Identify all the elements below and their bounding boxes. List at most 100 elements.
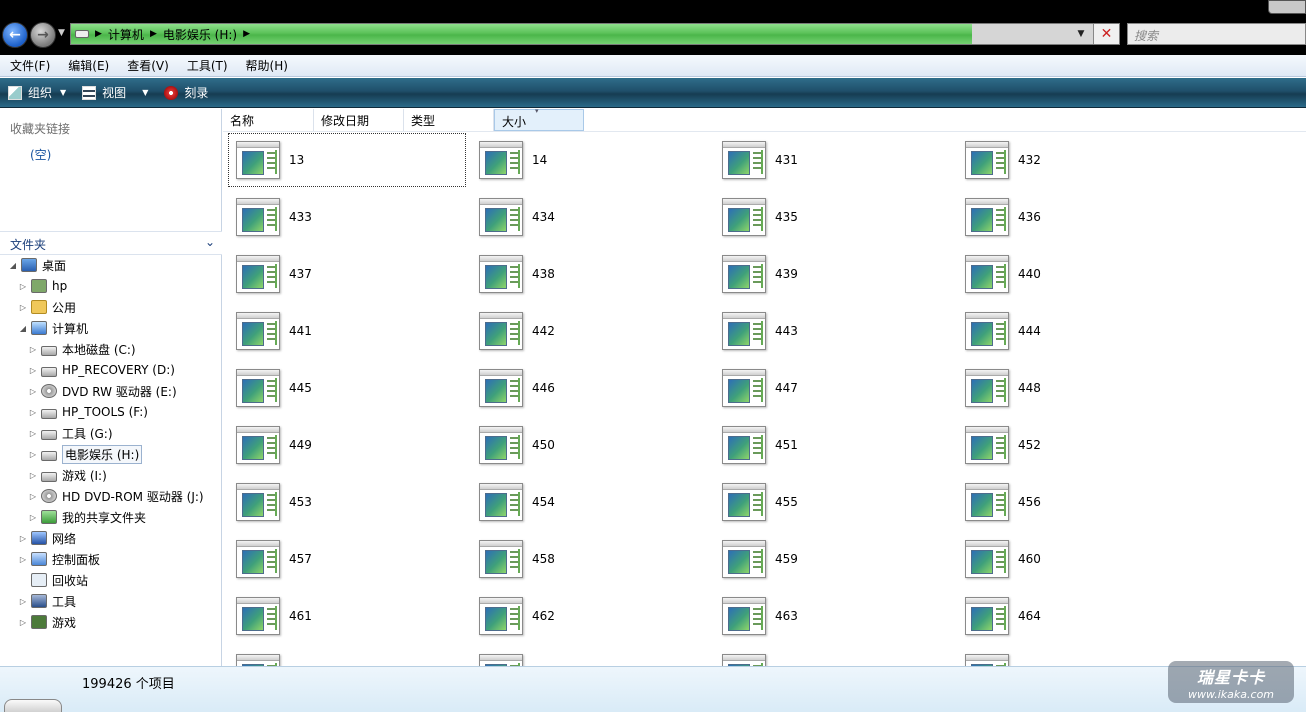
tree-item[interactable]: ▷ 公用 — [18, 297, 76, 317]
file-item[interactable]: 457 — [229, 533, 465, 585]
recent-pages-chevron-icon[interactable]: ▼ — [58, 28, 65, 38]
expand-arrow-icon[interactable]: ▷ — [18, 597, 28, 606]
file-item[interactable]: 451 — [715, 419, 951, 471]
address-dropdown-icon[interactable]: ▼ — [1073, 24, 1089, 44]
breadcrumb-computer[interactable]: 计算机 — [108, 26, 144, 43]
expand-arrow-icon[interactable]: ▷ — [18, 555, 28, 564]
views-button[interactable]: 视图 ▼ — [74, 78, 156, 107]
expand-arrow-icon[interactable]: ▷ — [18, 303, 28, 312]
menu-edit[interactable]: 编辑(E) — [58, 57, 117, 74]
file-item[interactable]: 462 — [472, 590, 708, 642]
file-item[interactable]: 458 — [472, 533, 708, 585]
file-item[interactable]: 452 — [958, 419, 1194, 471]
expand-arrow-icon[interactable]: ▷ — [18, 534, 28, 543]
file-item[interactable]: 443 — [715, 305, 951, 357]
file-item[interactable]: 448 — [958, 362, 1194, 414]
expand-arrow-icon[interactable]: ▷ — [28, 450, 38, 459]
breadcrumb-separator-icon[interactable]: ▶ — [95, 29, 102, 39]
expand-arrow-icon[interactable]: ▷ — [28, 345, 38, 354]
expand-arrow-icon[interactable]: ▷ — [28, 471, 38, 480]
file-item[interactable]: 456 — [958, 476, 1194, 528]
expand-arrow-icon[interactable]: ▷ — [28, 387, 38, 396]
organize-button[interactable]: 组织 ▼ — [0, 78, 74, 107]
tree-item[interactable]: ▷ HP_TOOLS (F:) — [28, 402, 148, 422]
tree-item[interactable]: ▷ hp — [18, 276, 67, 296]
expand-arrow-icon[interactable]: ▷ — [28, 408, 38, 417]
file-item[interactable]: 442 — [472, 305, 708, 357]
file-item[interactable]: 437 — [229, 248, 465, 300]
tree-item[interactable]: ▷ 我的共享文件夹 — [28, 507, 146, 527]
file-item[interactable]: 445 — [229, 362, 465, 414]
tree-item[interactable]: ▷ 工具 — [18, 591, 76, 611]
menu-help[interactable]: 帮助(H) — [236, 57, 296, 74]
tree-item[interactable]: ▷ 工具 (G:) — [28, 423, 113, 443]
file-item[interactable]: 461 — [229, 590, 465, 642]
file-item[interactable]: 438 — [472, 248, 708, 300]
file-item[interactable]: 447 — [715, 362, 951, 414]
file-item[interactable]: 441 — [229, 305, 465, 357]
expand-arrow-icon[interactable]: ◢ — [18, 324, 28, 333]
forward-button[interactable]: → — [30, 22, 56, 48]
search-input[interactable]: 搜索 — [1127, 23, 1306, 45]
file-item[interactable]: 434 — [472, 191, 708, 243]
tree-item[interactable]: ▷ 电影娱乐 (H:) — [28, 444, 143, 464]
file-item[interactable]: 432 — [958, 134, 1194, 186]
file-item[interactable]: 14 — [472, 134, 708, 186]
file-item[interactable]: 464 — [958, 590, 1194, 642]
column-header-type[interactable]: 类型 — [404, 109, 494, 131]
file-item[interactable] — [958, 647, 1194, 666]
file-item[interactable]: 453 — [229, 476, 465, 528]
tree-item[interactable]: ◢ 计算机 — [18, 318, 88, 338]
file-item[interactable]: 433 — [229, 191, 465, 243]
expand-arrow-icon[interactable]: ◢ — [8, 261, 18, 270]
file-item[interactable]: 450 — [472, 419, 708, 471]
column-header-name[interactable]: 名称 — [223, 109, 314, 131]
tree-item[interactable]: ▷ 控制面板 — [18, 549, 100, 569]
expand-arrow-icon[interactable]: ▷ — [18, 282, 28, 291]
window-control-button[interactable] — [1268, 0, 1306, 14]
file-item[interactable]: 435 — [715, 191, 951, 243]
menu-tools[interactable]: 工具(T) — [177, 57, 236, 74]
expand-arrow-icon[interactable]: ▷ — [28, 429, 38, 438]
file-item[interactable] — [229, 647, 465, 666]
file-item[interactable]: 460 — [958, 533, 1194, 585]
expand-arrow-icon[interactable]: ▷ — [28, 366, 38, 375]
file-item[interactable]: 436 — [958, 191, 1194, 243]
file-item[interactable]: 444 — [958, 305, 1194, 357]
tree-item[interactable]: ◢ 桌面 — [8, 255, 66, 275]
menu-file[interactable]: 文件(F) — [0, 57, 58, 74]
column-header-size[interactable]: ▾ 大小 — [494, 107, 584, 131]
burn-button[interactable]: 刻录 — [156, 78, 216, 107]
tree-item[interactable]: ▷ DVD RW 驱动器 (E:) — [28, 381, 177, 401]
stop-loading-button[interactable]: ✕ — [1093, 24, 1119, 44]
back-button[interactable]: ← — [2, 22, 28, 48]
breadcrumb-separator-icon[interactable]: ▶ — [150, 29, 157, 39]
tree-item[interactable]: ▷ 网络 — [18, 528, 76, 548]
address-bar[interactable]: ▶ 计算机 ▶ 电影娱乐 (H:) ▶ ▼ ✕ — [70, 23, 1120, 45]
file-item[interactable]: 449 — [229, 419, 465, 471]
tree-item[interactable]: ▷ 游戏 — [18, 612, 76, 632]
file-item[interactable]: 13 — [228, 133, 466, 187]
file-item[interactable]: 463 — [715, 590, 951, 642]
breadcrumb-drive-h[interactable]: 电影娱乐 (H:) — [163, 26, 237, 43]
file-item[interactable]: 446 — [472, 362, 708, 414]
tree-item[interactable]: ▷ 本地磁盘 (C:) — [28, 339, 136, 359]
column-header-date-modified[interactable]: 修改日期 — [314, 109, 404, 131]
file-item[interactable]: 455 — [715, 476, 951, 528]
expand-arrow-icon[interactable]: ▷ — [28, 492, 38, 501]
breadcrumb-separator-icon[interactable]: ▶ — [243, 29, 250, 39]
file-item[interactable] — [715, 647, 951, 666]
file-item[interactable]: 440 — [958, 248, 1194, 300]
tree-item[interactable]: ▷ HP_RECOVERY (D:) — [28, 360, 175, 380]
file-item[interactable]: 459 — [715, 533, 951, 585]
file-item[interactable]: 439 — [715, 248, 951, 300]
tree-item[interactable]: ▷ 游戏 (I:) — [28, 465, 107, 485]
file-item[interactable] — [472, 647, 708, 666]
expand-arrow-icon[interactable]: ▷ — [28, 513, 38, 522]
file-item[interactable]: 431 — [715, 134, 951, 186]
file-item[interactable]: 454 — [472, 476, 708, 528]
menu-view[interactable]: 查看(V) — [117, 57, 177, 74]
tree-item[interactable]: ▷ HD DVD-ROM 驱动器 (J:) — [28, 486, 204, 506]
folders-header[interactable]: 文件夹 ⌄ — [0, 231, 222, 255]
expand-arrow-icon[interactable]: ▷ — [18, 618, 28, 627]
